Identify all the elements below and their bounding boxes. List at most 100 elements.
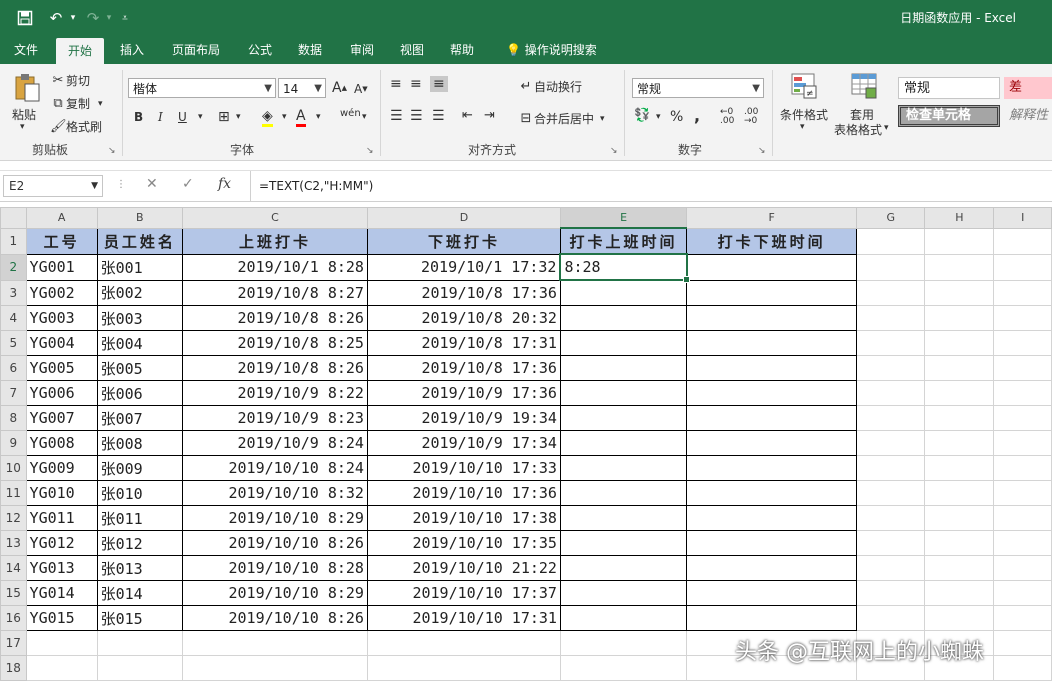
currency-dropdown-icon[interactable]: ▾ bbox=[656, 112, 661, 122]
empty-cell[interactable] bbox=[924, 380, 995, 406]
clock-out-time-cell[interactable] bbox=[686, 530, 858, 556]
clock-in-time-cell[interactable] bbox=[559, 380, 688, 406]
row-header[interactable]: 7 bbox=[0, 380, 27, 406]
bold-button[interactable]: B bbox=[134, 110, 143, 124]
empty-cell[interactable] bbox=[924, 430, 995, 456]
borders-icon[interactable]: ⊞ bbox=[218, 109, 230, 125]
employee-id-cell[interactable]: YG013 bbox=[25, 555, 98, 581]
employee-id-cell[interactable]: YG003 bbox=[25, 305, 98, 331]
comma-button[interactable]: , bbox=[694, 106, 700, 125]
clock-in-cell[interactable]: 2019/10/10 8:24 bbox=[182, 455, 368, 481]
empty-cell[interactable] bbox=[993, 605, 1052, 631]
italic-button[interactable]: I bbox=[158, 110, 163, 124]
employee-name-cell[interactable]: 张009 bbox=[96, 455, 184, 481]
conditional-format-button[interactable]: 条件格式 bbox=[780, 106, 828, 123]
row-header[interactable]: 10 bbox=[0, 455, 27, 481]
align-right-icon[interactable]: ☰ bbox=[432, 108, 445, 124]
clock-in-time-cell[interactable] bbox=[559, 279, 688, 306]
currency-icon[interactable]: 💱 bbox=[634, 108, 650, 123]
empty-cell[interactable] bbox=[856, 455, 926, 481]
formula-input[interactable]: =TEXT(C2,"H:MM") bbox=[250, 171, 1040, 201]
row-header[interactable]: 17 bbox=[0, 630, 27, 656]
employee-name-cell[interactable]: 张002 bbox=[96, 279, 184, 306]
clock-in-cell[interactable]: 2019/10/8 8:27 bbox=[182, 279, 368, 306]
merge-center-button[interactable]: ⊟ 合并后居中 ▾ bbox=[518, 110, 605, 127]
clock-out-cell[interactable]: 2019/10/8 17:36 bbox=[366, 355, 561, 381]
format-as-table-line2[interactable]: 表格格式 bbox=[834, 121, 882, 138]
empty-cell[interactable] bbox=[993, 630, 1052, 656]
align-left-icon[interactable]: ☰ bbox=[390, 108, 403, 124]
row-header[interactable]: 8 bbox=[0, 405, 27, 431]
format-as-table-dropdown-icon[interactable]: ▾ bbox=[884, 123, 889, 133]
column-header-g[interactable]: G bbox=[856, 207, 926, 229]
clock-out-cell[interactable]: 2019/10/1 17:32 bbox=[366, 253, 561, 281]
clock-in-time-cell[interactable] bbox=[559, 505, 688, 531]
header-cell[interactable]: 上班打卡 bbox=[182, 227, 368, 255]
merge-dropdown-icon[interactable]: ▾ bbox=[600, 114, 605, 124]
tab-tell-me[interactable]: 💡 操作说明搜索 bbox=[498, 36, 609, 64]
employee-name-cell[interactable]: 张001 bbox=[96, 253, 184, 281]
number-launcher-icon[interactable]: ↘ bbox=[758, 146, 766, 156]
clock-in-cell[interactable]: 2019/10/9 8:23 bbox=[182, 405, 368, 431]
clock-out-cell[interactable]: 2019/10/8 17:31 bbox=[366, 330, 561, 356]
empty-cell[interactable] bbox=[856, 555, 926, 581]
employee-id-cell[interactable]: YG002 bbox=[25, 279, 98, 306]
clock-out-cell[interactable]: 2019/10/9 17:34 bbox=[366, 430, 561, 456]
row-header[interactable]: 16 bbox=[0, 605, 27, 631]
paste-button[interactable]: 粘贴 bbox=[12, 106, 36, 123]
enter-icon[interactable]: ✓ bbox=[182, 176, 194, 192]
empty-cell[interactable] bbox=[993, 455, 1052, 481]
clock-out-time-cell[interactable] bbox=[686, 455, 858, 481]
percent-button[interactable]: % bbox=[670, 109, 683, 125]
clock-in-time-cell[interactable] bbox=[559, 430, 688, 456]
clock-out-time-cell[interactable] bbox=[686, 605, 858, 631]
empty-cell[interactable] bbox=[924, 505, 995, 531]
employee-id-cell[interactable]: YG001 bbox=[25, 253, 98, 281]
paste-icon[interactable] bbox=[12, 72, 42, 104]
empty-cell[interactable] bbox=[25, 630, 98, 656]
style-bad[interactable]: 差 bbox=[1004, 77, 1052, 99]
clock-in-time-cell[interactable] bbox=[559, 330, 688, 356]
employee-name-cell[interactable]: 张003 bbox=[96, 305, 184, 331]
clock-out-time-cell[interactable] bbox=[686, 505, 858, 531]
column-header-b[interactable]: B bbox=[96, 207, 184, 229]
empty-cell[interactable] bbox=[924, 279, 995, 306]
clock-in-cell[interactable]: 2019/10/10 8:29 bbox=[182, 505, 368, 531]
empty-cell[interactable] bbox=[366, 630, 561, 656]
employee-id-cell[interactable]: YG015 bbox=[25, 605, 98, 631]
empty-cell[interactable] bbox=[182, 630, 368, 656]
clock-out-cell[interactable]: 2019/10/10 17:36 bbox=[366, 480, 561, 506]
phonetic-guide-icon[interactable]: wén bbox=[340, 108, 361, 119]
fill-color-icon[interactable]: ◈ bbox=[262, 108, 273, 127]
empty-cell[interactable] bbox=[993, 430, 1052, 456]
empty-cell[interactable] bbox=[366, 655, 561, 681]
clock-in-time-cell[interactable] bbox=[559, 455, 688, 481]
empty-cell[interactable] bbox=[993, 355, 1052, 381]
clock-out-time-cell[interactable] bbox=[686, 405, 858, 431]
clock-out-time-cell[interactable] bbox=[686, 279, 858, 306]
clock-in-cell[interactable]: 2019/10/1 8:28 bbox=[182, 253, 368, 281]
tab-insert[interactable]: 插入 bbox=[108, 36, 156, 64]
clock-out-cell[interactable]: 2019/10/10 17:38 bbox=[366, 505, 561, 531]
empty-cell[interactable] bbox=[993, 305, 1052, 331]
clock-in-cell[interactable]: 2019/10/8 8:26 bbox=[182, 355, 368, 381]
name-box-dropdown-icon[interactable]: ▼ bbox=[91, 176, 98, 196]
underline-dropdown-icon[interactable]: ▾ bbox=[198, 112, 203, 122]
clock-out-time-cell[interactable] bbox=[686, 253, 858, 281]
header-cell[interactable]: 打卡上班时间 bbox=[559, 227, 688, 255]
empty-cell[interactable] bbox=[924, 355, 995, 381]
clock-out-cell[interactable]: 2019/10/10 17:31 bbox=[366, 605, 561, 631]
clock-out-cell[interactable]: 2019/10/10 17:35 bbox=[366, 530, 561, 556]
column-header-h[interactable]: H bbox=[924, 207, 995, 229]
font-color-icon[interactable]: A bbox=[296, 108, 306, 127]
tab-help[interactable]: 帮助 bbox=[438, 36, 486, 64]
employee-name-cell[interactable]: 张010 bbox=[96, 480, 184, 506]
wrap-text-button[interactable]: ↵ 自动换行 bbox=[518, 78, 582, 95]
empty-cell[interactable] bbox=[856, 330, 926, 356]
clock-out-cell[interactable]: 2019/10/8 20:32 bbox=[366, 305, 561, 331]
empty-cell[interactable] bbox=[993, 380, 1052, 406]
clock-out-time-cell[interactable] bbox=[686, 480, 858, 506]
phonetic-dropdown-icon[interactable]: ▾ bbox=[362, 112, 367, 122]
empty-cell[interactable] bbox=[856, 253, 926, 281]
row-header[interactable]: 5 bbox=[0, 330, 27, 356]
